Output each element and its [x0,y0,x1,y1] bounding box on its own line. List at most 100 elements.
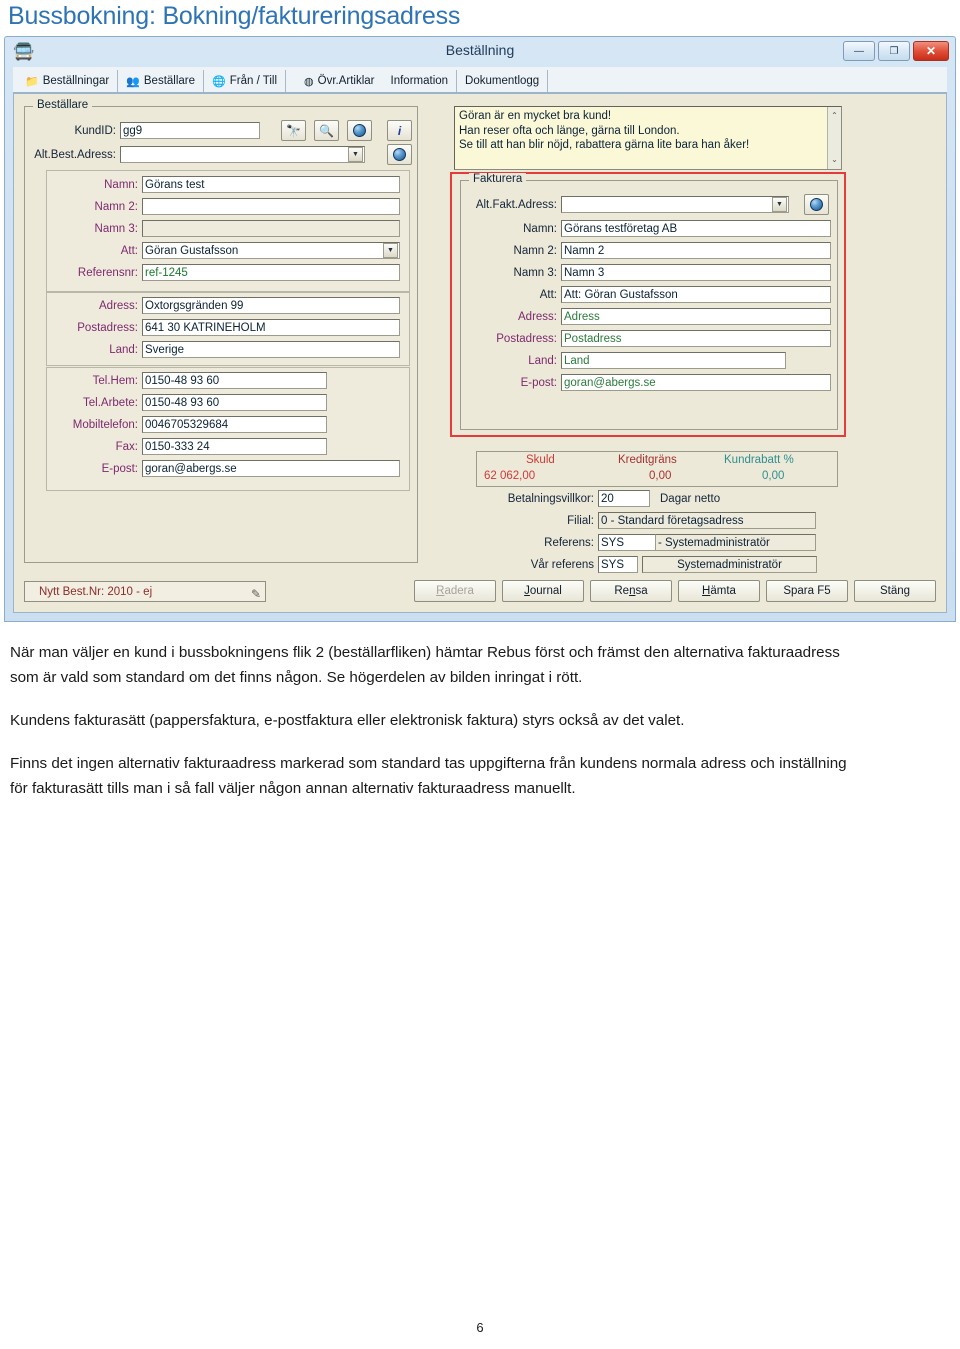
adress-row: Adress: Oxtorgsgränden 99 [50,297,400,314]
var-referens-input[interactable]: SYS [598,556,638,573]
new-order-number-field[interactable]: Nytt Best.Nr: 2010 - ej ✎ [24,581,266,602]
kreditgrans-value: 0,00 [649,470,672,482]
tel-hem-input[interactable]: 0150-48 93 60 [142,372,327,389]
tel-arbete-input[interactable]: 0150-48 93 60 [142,394,327,411]
bestallare-legend: Beställare [33,99,93,111]
att-value: Göran Gustafsson [145,245,239,257]
globe-icon-alt-best[interactable] [387,144,412,165]
alt-best-adress-label: Alt.Best.Adress: [34,148,116,161]
fakt-land-input[interactable]: Land [561,352,786,369]
note-line-2: Han reser ofta och länge, gärna till Lon… [459,124,680,137]
att-label: Att: [120,244,138,257]
referens-input[interactable]: SYS [598,534,656,551]
tab-bestallningar[interactable]: 📁 Beställningar [17,70,119,92]
maximize-button[interactable]: ❐ [878,41,910,61]
minimize-button[interactable]: — [843,41,875,61]
mobiltelefon-label: Mobiltelefon: [72,418,138,431]
paragraph-2: Kundens fakturasätt (pappersfaktura, e-p… [10,712,685,729]
paragraph-1: När man väljer en kund i bussbokningens … [10,644,840,686]
close-button[interactable]: ✕ [913,41,949,61]
land-label: Land: [109,343,138,356]
namn3-label: Namn 3: [94,222,138,235]
fakt-adress-input[interactable]: Adress [561,308,831,325]
kundrabatt-value: 0,00 [762,470,785,482]
scroll-up-icon[interactable]: ⌃ [831,109,838,124]
fakt-adress-label: Adress: [518,310,557,323]
namn2-label: Namn 2: [94,200,138,213]
journal-button[interactable]: Journal [502,580,584,602]
land-row: Land: Sverige [50,341,400,358]
postadress-input[interactable]: 641 30 KATRINEHOLM [142,319,400,336]
folder-icon: 📁 [25,75,39,88]
adress-label: Adress: [99,299,138,312]
hamta-button[interactable]: Hämta [678,580,760,602]
att-row: Att: Göran Gustafsson ▼ [50,242,400,259]
circle-icon: ◍ [304,75,314,88]
fakt-namn-row: Namn: Görans testföretag AB [466,220,831,237]
postadress-label: Postadress: [77,321,138,334]
att-combo[interactable]: Göran Gustafsson ▼ [142,242,400,259]
alt-fakt-adress-combo[interactable]: ▼ [561,196,789,213]
namn2-input[interactable] [142,198,400,215]
filial-row: Filial: 0 - Standard företagsadress [466,512,816,529]
namn3-input[interactable] [142,220,400,237]
filial-input[interactable]: 0 - Standard företagsadress [598,512,816,529]
fakt-namn2-input[interactable]: Namn 2 [561,242,831,259]
tel-arbete-label: Tel.Arbete: [83,396,138,409]
kundid-row: KundID: gg9 [32,122,260,139]
fakturera-legend: Fakturera [469,173,527,185]
epost-input[interactable]: goran@abergs.se [142,460,400,477]
betalningsvillkor-label: Betalningsvillkor: [507,492,594,505]
tab-information[interactable]: Information [383,70,458,92]
tab-dokumentlogg[interactable]: Dokumentlogg [457,70,549,92]
tab-ovr-artiklar[interactable]: ◍ Övr.Artiklar [296,70,382,92]
fakt-att-label: Att: [539,288,557,301]
globe-icon-alt-fakt[interactable] [804,194,829,215]
radera-button[interactable]: Radera [414,580,496,602]
binoculars-icon[interactable]: 🔭 [281,120,306,141]
scroll-down-icon[interactable]: ⌄ [831,153,838,168]
fakt-epost-input[interactable]: goran@abergs.se [561,374,831,391]
globe-icon-kundid[interactable] [347,120,372,141]
memo-scrollbar[interactable]: ⌃ ⌄ [827,107,841,169]
application-window: 🚍 Beställning — ❐ ✕ 📁 Beställningar 👥 Be… [4,36,956,622]
fakt-namn-input[interactable]: Görans testföretag AB [561,220,831,237]
kundid-input[interactable]: gg9 [120,122,260,139]
new-order-number-text: Nytt Best.Nr: 2010 - ej [39,586,153,598]
betalningsvillkor-input[interactable]: 20 [598,490,650,507]
referensnr-input[interactable]: ref-1245 [142,264,400,281]
fakt-epost-row: E-post: goran@abergs.se [466,374,831,391]
tab-strip: 📁 Beställningar 👥 Beställare 🌐 Från / Ti… [13,67,947,93]
info-icon[interactable]: i [387,120,412,141]
mobiltelefon-input[interactable]: 0046705329684 [142,416,327,433]
globe-icon: 🌐 [212,75,226,88]
fakt-land-label: Land: [528,354,557,367]
fakt-adress-row: Adress: Adress [466,308,831,325]
adress-input[interactable]: Oxtorgsgränden 99 [142,297,400,314]
chevron-down-icon[interactable]: ▼ [348,147,363,162]
fax-input[interactable]: 0150-333 24 [142,438,327,455]
body-text: När man väljer en kund i bussbokningens … [10,640,848,819]
namn-input[interactable]: Görans test [142,176,400,193]
fakt-att-input[interactable]: Att: Göran Gustafsson [561,286,831,303]
customer-note-memo[interactable]: Göran är en mycket bra kund! Han reser o… [454,106,842,170]
fakt-namn3-input[interactable]: Namn 3 [561,264,831,281]
pen-icon[interactable]: ✎ [251,584,261,604]
referens-desc: - Systemadministratör [656,534,816,551]
chevron-down-icon[interactable]: ▼ [772,197,787,212]
tab-fran-till[interactable]: 🌐 Från / Till [204,70,287,92]
land-input[interactable]: Sverige [142,341,400,358]
zoom-in-icon[interactable]: 🔍 [314,120,339,141]
chevron-down-icon[interactable]: ▼ [383,243,398,258]
mobiltelefon-row: Mobiltelefon: 0046705329684 [50,416,327,433]
alt-fakt-adress-label: Alt.Fakt.Adress: [475,198,557,211]
fakt-land-row: Land: Land [466,352,786,369]
rensa-button[interactable]: Re n sa [590,580,672,602]
referensnr-label: Referensnr: [77,266,138,279]
tab-bestallare[interactable]: 👥 Beställare [118,70,205,92]
alt-best-adress-combo[interactable]: ▼ [120,146,365,163]
fakt-postadress-input[interactable]: Postadress [561,330,831,347]
fax-label: Fax: [115,440,138,453]
spara-button[interactable]: Spara F5 [766,580,848,602]
stang-button[interactable]: Stäng [854,580,936,602]
